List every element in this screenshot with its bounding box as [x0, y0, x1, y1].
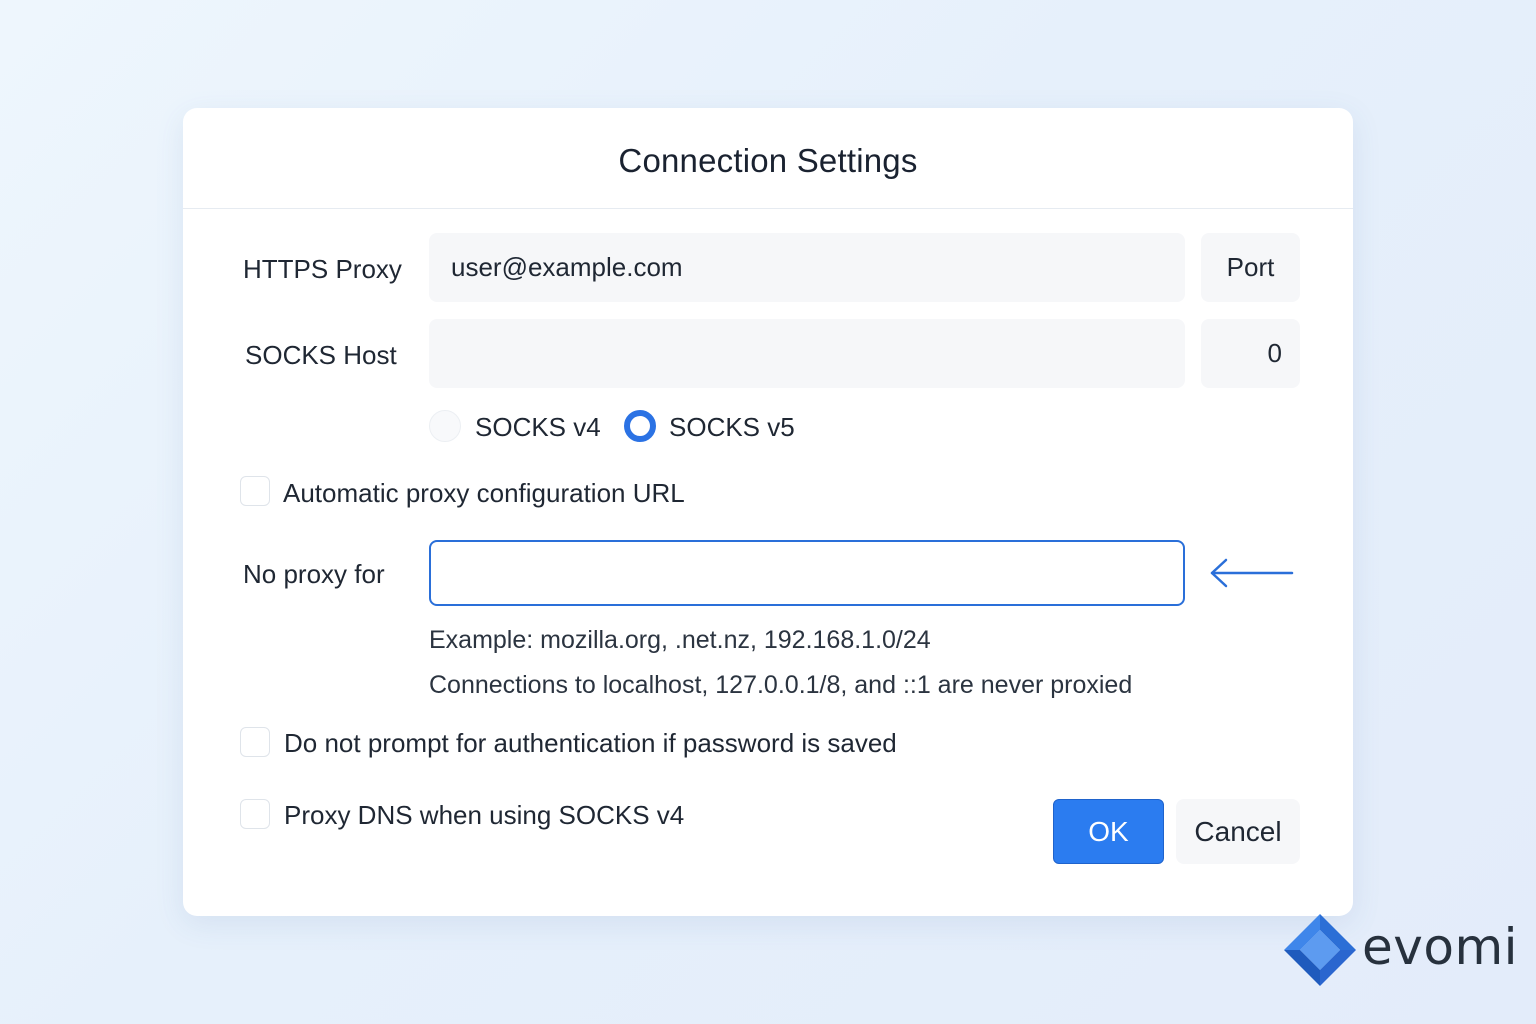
- proxy-dns-checkbox[interactable]: [240, 799, 270, 829]
- evomi-logo-icon: [1284, 914, 1356, 986]
- https-proxy-input[interactable]: user@example.com: [429, 233, 1185, 302]
- socks-v4-radio[interactable]: [429, 410, 461, 442]
- no-proxy-example-hint: Example: mozilla.org, .net.nz, 192.168.1…: [429, 626, 931, 654]
- https-proxy-port-input[interactable]: Port: [1201, 233, 1300, 302]
- socks-v5-radio[interactable]: [624, 410, 656, 442]
- no-proxy-localhost-hint: Connections to localhost, 127.0.0.1/8, a…: [429, 671, 1133, 699]
- no-auth-prompt-checkbox[interactable]: [240, 727, 270, 757]
- ok-button[interactable]: OK: [1053, 799, 1164, 864]
- socks-port-input[interactable]: 0: [1201, 319, 1300, 388]
- auto-proxy-checkbox[interactable]: [240, 476, 270, 506]
- dialog-header: Connection Settings: [183, 108, 1353, 209]
- socks-host-input[interactable]: [429, 319, 1185, 388]
- socks-host-label: SOCKS Host: [245, 340, 397, 370]
- brand-logo: evomi: [1280, 912, 1518, 988]
- brand-name: evomi: [1362, 918, 1519, 976]
- socks-v5-label[interactable]: SOCKS v5: [669, 412, 795, 443]
- socks-v4-label[interactable]: SOCKS v4: [475, 412, 601, 443]
- auto-proxy-label[interactable]: Automatic proxy configuration URL: [283, 478, 685, 509]
- proxy-dns-label[interactable]: Proxy DNS when using SOCKS v4: [284, 800, 684, 831]
- no-proxy-input[interactable]: [429, 540, 1185, 606]
- dialog-title: Connection Settings: [618, 142, 918, 179]
- left-arrow-icon: [1210, 558, 1294, 588]
- no-auth-prompt-label[interactable]: Do not prompt for authentication if pass…: [284, 728, 897, 759]
- connection-settings-dialog: Connection Settings HTTPS Proxy user@exa…: [183, 108, 1353, 916]
- no-proxy-label: No proxy for: [243, 559, 385, 589]
- https-proxy-label: HTTPS Proxy: [243, 254, 402, 284]
- cancel-button[interactable]: Cancel: [1176, 799, 1300, 864]
